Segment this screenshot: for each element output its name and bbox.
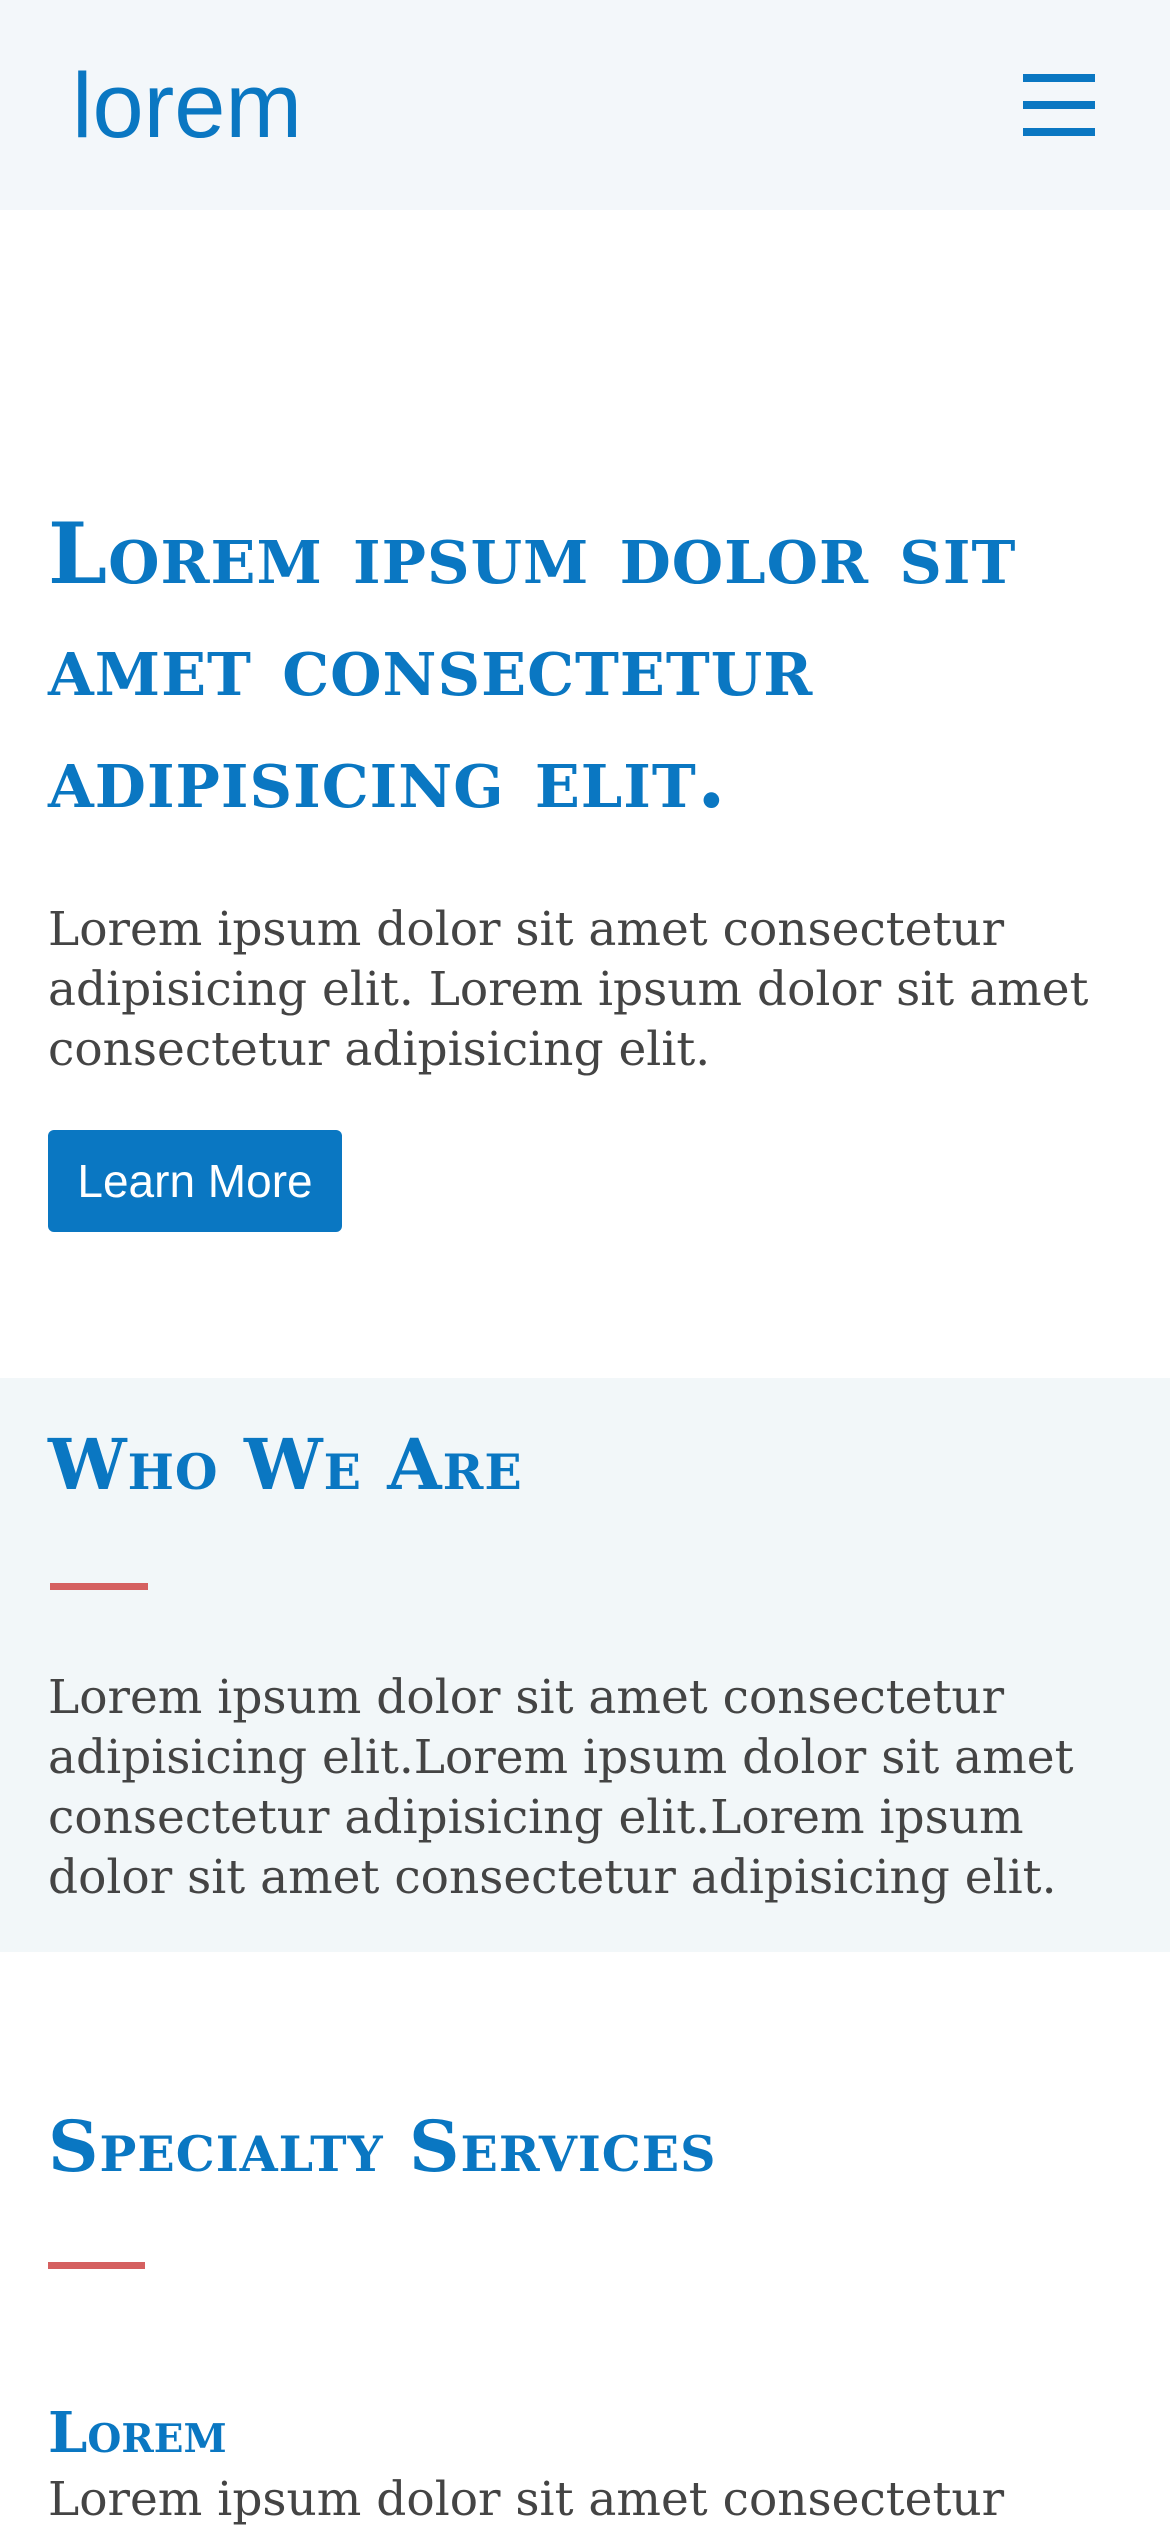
service-item-text: Lorem ipsum dolor sit amet consectetur — [48, 2472, 1005, 2527]
learn-more-button[interactable]: Learn More — [48, 1130, 342, 1232]
who-we-are-text: Lorem ipsum dolor sit amet consectetur a… — [48, 1670, 1074, 1905]
hero-title: Lorem ipsum dolor sit amet consectetur a… — [48, 504, 1017, 827]
hero-text: Lorem ipsum dolor sit amet consectetur a… — [48, 902, 1089, 1077]
section-divider — [48, 2262, 145, 2269]
site-header: lorem — [0, 0, 1170, 210]
specialty-services-title: Specialty Services — [48, 2105, 717, 2188]
hamburger-menu-button[interactable] — [1018, 74, 1098, 136]
who-we-are-section: Who We Are Lorem ipsum dolor sit amet co… — [0, 1378, 1170, 1952]
site-logo[interactable]: lorem — [72, 46, 302, 166]
service-item-title: Lorem — [48, 2400, 227, 2466]
section-divider — [50, 1583, 148, 1590]
who-we-are-title: Who We Are — [48, 1423, 523, 1506]
